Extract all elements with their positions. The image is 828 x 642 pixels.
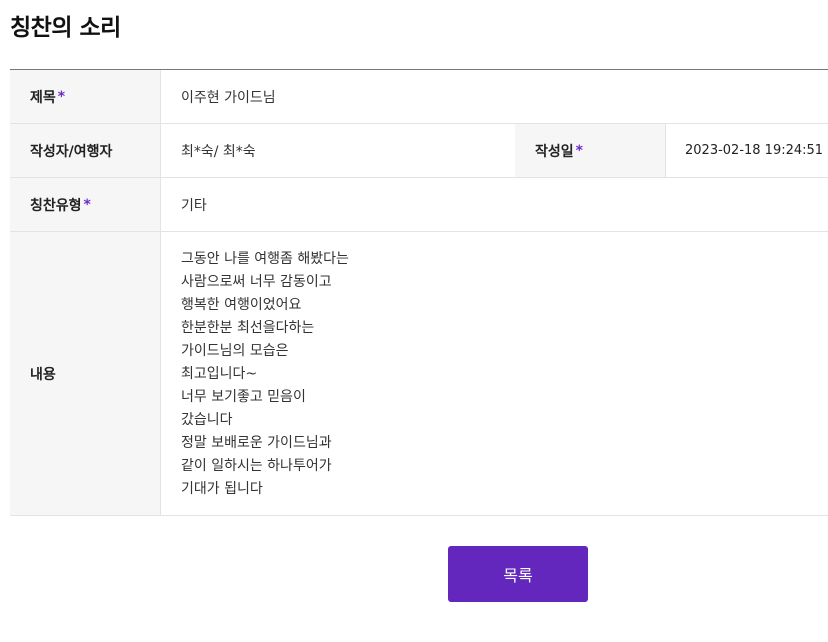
writer-label: 작성자/여행자: [30, 143, 113, 160]
content-line: 그동안 나를 여행좀 해봤다는: [181, 251, 349, 267]
content-line: 가이드님의 모습은: [181, 343, 289, 359]
praise-type-value: 기타: [181, 197, 207, 214]
praise-detail-page: 칭찬의 소리 제목 * 이주현 가이드님 작성자/여행자 최*숙/ 최*숙 작성일…: [0, 0, 828, 642]
date-label-cell: 작성일 *: [515, 124, 666, 177]
list-button[interactable]: 목록: [448, 546, 588, 602]
content-line: 같이 일하시는 하나투어가: [181, 458, 332, 474]
subject-label: 제목: [30, 89, 56, 106]
required-mark: *: [57, 88, 66, 105]
content-line: 최고입니다~: [181, 366, 258, 382]
content-row: 내용 그동안 나를 여행좀 해봤다는 사람으로써 너무 감동이고 행복한 여행이…: [10, 232, 828, 516]
content-line: 한분한분 최선을다하는: [181, 320, 315, 336]
writer-date-row: 작성자/여행자 최*숙/ 최*숙 작성일 * 2023-02-18 19:24:5…: [10, 124, 828, 178]
required-mark: *: [575, 142, 583, 159]
praise-type-label-cell: 칭찬유형 *: [10, 178, 161, 231]
content-line: 갔습니다: [181, 412, 233, 428]
page-title: 칭찬의 소리: [10, 15, 121, 41]
content-label-cell: 내용: [10, 232, 161, 515]
subject-label-cell: 제목 *: [10, 70, 161, 123]
content-line: 정말 보배로운 가이드님과: [181, 435, 332, 451]
praise-type-row: 칭찬유형 * 기타: [10, 178, 828, 232]
content-line: 너무 보기좋고 믿음이: [181, 389, 306, 405]
content-lines: 그동안 나를 여행좀 해봤다는 사람으로써 너무 감동이고 행복한 여행이었어요…: [181, 248, 349, 501]
writer-label-cell: 작성자/여행자: [10, 124, 161, 177]
required-mark: *: [83, 196, 91, 213]
praise-detail-table: 제목 * 이주현 가이드님 작성자/여행자 최*숙/ 최*숙 작성일 * 2023-…: [10, 69, 828, 516]
content-label: 내용: [30, 366, 56, 383]
content-value: 그동안 나를 여행좀 해봤다는 사람으로써 너무 감동이고 행복한 여행이었어요…: [161, 232, 828, 515]
date-label: 작성일: [535, 143, 574, 160]
subject-value: 이주현 가이드님: [181, 89, 276, 106]
content-line: 사람으로써 너무 감동이고: [181, 274, 332, 290]
writer-value: 최*숙/ 최*숙: [181, 143, 256, 160]
content-line: 기대가 됩니다: [181, 481, 263, 497]
subject-row: 제목 * 이주현 가이드님: [10, 70, 828, 124]
date-value: 2023-02-18 19:24:51: [685, 143, 824, 158]
praise-type-label: 칭찬유형: [30, 197, 82, 214]
content-line: 행복한 여행이었어요: [181, 297, 302, 313]
